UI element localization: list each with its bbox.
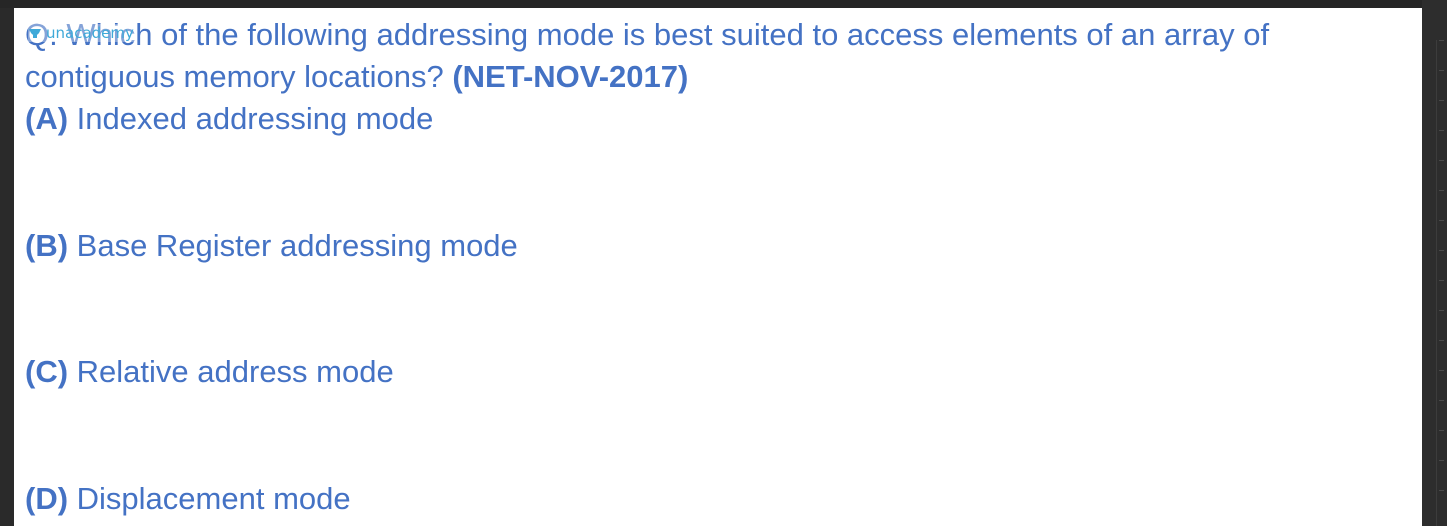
option-a-letter: (A) — [25, 101, 69, 136]
option-a: (A) Indexed addressing mode — [25, 98, 433, 140]
unacademy-logo-icon — [28, 27, 42, 39]
video-frame: Q. Which of the following addressing mod… — [0, 0, 1447, 526]
option-b-text: Base Register addressing mode — [68, 228, 518, 263]
slide: Q. Which of the following addressing mod… — [14, 8, 1422, 526]
option-b-letter: (B) — [25, 228, 69, 263]
question-text: Q. Which of the following addressing mod… — [25, 14, 1405, 98]
question-block: Q. Which of the following addressing mod… — [25, 14, 1405, 98]
option-c-text: Relative address mode — [68, 354, 394, 389]
unacademy-watermark: unacademy — [28, 24, 134, 42]
option-a-text: Indexed addressing mode — [68, 101, 434, 136]
top-border — [0, 0, 1447, 8]
question-reference: (NET-NOV-2017) — [452, 59, 689, 94]
side-panel-ruler — [1436, 40, 1445, 526]
option-d: (D) Displacement mode — [25, 478, 351, 520]
option-b: (B) Base Register addressing mode — [25, 225, 518, 267]
option-d-letter: (D) — [25, 481, 69, 516]
option-c-letter: (C) — [25, 354, 69, 389]
option-c: (C) Relative address mode — [25, 351, 394, 393]
option-d-text: Displacement mode — [68, 481, 351, 516]
watermark-brand: unacademy — [46, 24, 134, 42]
